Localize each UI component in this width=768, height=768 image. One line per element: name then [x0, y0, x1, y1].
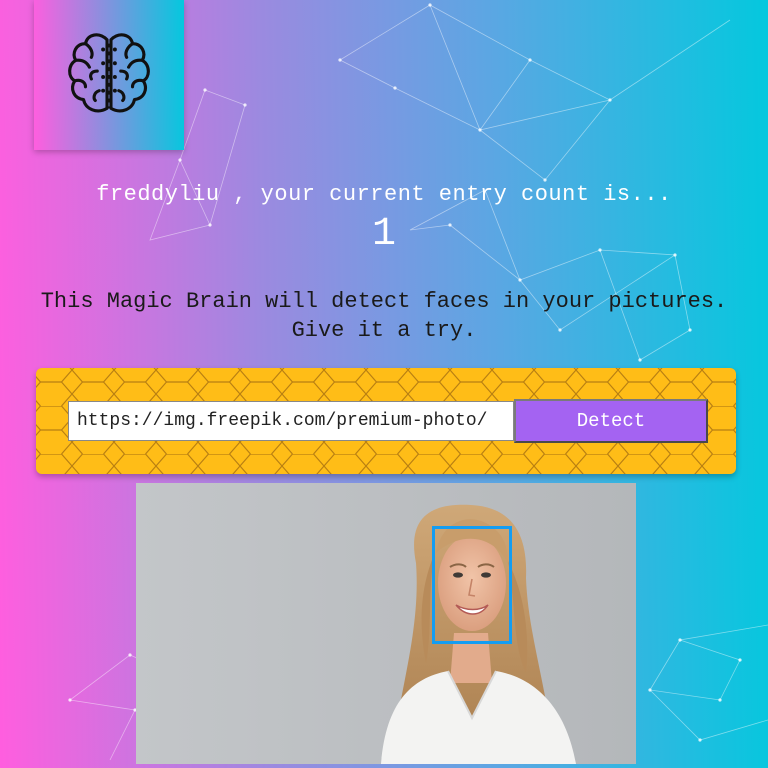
logo[interactable] [34, 0, 184, 150]
intro-line-2: Give it a try. [291, 318, 477, 343]
intro-text: This Magic Brain will detect faces in yo… [0, 287, 768, 345]
detect-button[interactable]: Detect [514, 399, 708, 443]
result-image [136, 483, 636, 764]
brain-icon [68, 33, 150, 113]
image-link-form: Detect [36, 368, 736, 474]
entry-count-value: 1 [371, 212, 396, 257]
image-url-input[interactable] [68, 401, 514, 441]
entry-count-text: freddyliu , your current entry count is.… [96, 182, 672, 207]
intro-line-1: This Magic Brain will detect faces in yo… [40, 289, 728, 314]
face-bounding-box [432, 526, 512, 644]
portrait-photo [136, 483, 636, 764]
